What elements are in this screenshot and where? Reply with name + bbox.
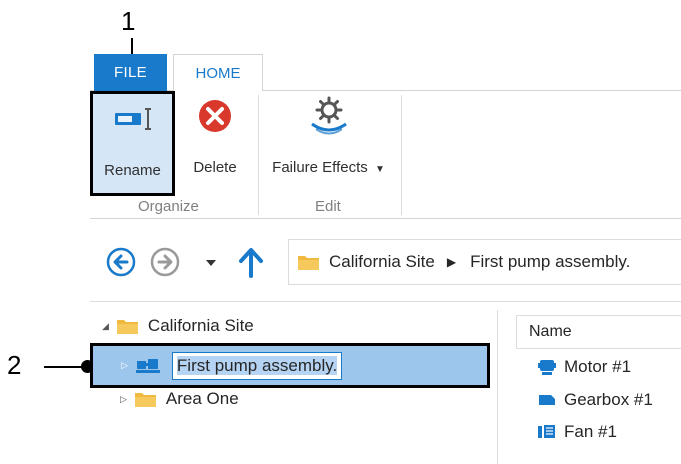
column-header-name[interactable]: Name <box>516 315 681 349</box>
back-arrow-icon[interactable] <box>106 247 136 277</box>
folder-icon <box>116 320 138 334</box>
rename-input[interactable]: First pump assembly. <box>171 351 343 380</box>
breadcrumb-item[interactable]: California Site <box>329 252 435 272</box>
breadcrumb-item[interactable]: First pump assembly. <box>470 252 630 272</box>
callout-line-2 <box>44 366 86 368</box>
failure-effects-label: Failure Effects ▼ <box>272 159 385 176</box>
delete-icon <box>197 91 233 141</box>
chevron-down-icon: ▼ <box>374 164 385 175</box>
list-pane: Name Motor #1 Gearbox #1 Fan #1 <box>516 315 681 464</box>
rename-button[interactable]: Rename <box>90 91 175 196</box>
gear-icon <box>307 91 351 141</box>
folder-icon <box>134 393 156 407</box>
folder-icon <box>298 256 319 270</box>
list-item-label: Fan #1 <box>564 422 617 441</box>
tree-item-label: Area One <box>165 389 239 408</box>
list-item-fan[interactable]: Fan #1 <box>536 422 617 442</box>
tree-item-california-site[interactable]: ◢ California Site <box>102 316 254 336</box>
collapsed-triangle-icon[interactable]: ▷ <box>121 360 128 371</box>
list-item-label: Gearbox #1 <box>564 390 653 409</box>
address-bar[interactable]: California Site ▶ First pump assembly. <box>288 239 681 285</box>
gearbox-icon <box>536 391 558 409</box>
group-separator <box>401 95 402 215</box>
pane-divider[interactable] <box>497 310 498 464</box>
rename-icon <box>111 94 155 144</box>
ribbon-tab-row: FILE HOME <box>90 54 681 92</box>
tab-home[interactable]: HOME <box>173 54 263 92</box>
dropdown-icon[interactable] <box>205 255 217 273</box>
group-separator <box>258 95 259 215</box>
group-label-edit: Edit <box>315 198 341 215</box>
tree-item-first-pump-assembly[interactable]: ▷ First pump assembly. <box>90 343 490 388</box>
up-arrow-icon[interactable] <box>238 246 264 283</box>
list-item-label: Motor #1 <box>564 357 632 376</box>
delete-label: Delete <box>193 159 237 176</box>
ribbon: Rename Delete Failure Effects ▼ Organize… <box>90 91 681 219</box>
expanded-triangle-icon[interactable]: ◢ <box>102 321 109 332</box>
tree-item-area-one[interactable]: ▷ Area One <box>120 389 239 409</box>
failure-effects-button[interactable]: Failure Effects ▼ <box>266 91 391 196</box>
forward-arrow-icon[interactable] <box>150 247 180 277</box>
breadcrumb-separator-icon[interactable]: ▶ <box>447 255 456 269</box>
collapsed-triangle-icon[interactable]: ▷ <box>120 394 127 405</box>
group-label-organize: Organize <box>138 198 199 215</box>
list-item-gearbox[interactable]: Gearbox #1 <box>536 390 653 410</box>
list-item-motor[interactable]: Motor #1 <box>536 357 631 377</box>
callout-number-2: 2 <box>7 350 22 380</box>
pump-assembly-icon <box>135 358 160 373</box>
tab-file[interactable]: FILE <box>94 54 167 91</box>
delete-button[interactable]: Delete <box>185 91 245 196</box>
callout-number-1: 1 <box>121 6 136 36</box>
fan-icon <box>536 423 558 441</box>
tree-pane: ◢ California Site ▷ First pump assembly.… <box>90 303 497 464</box>
tree-item-label: California Site <box>147 316 254 335</box>
motor-icon <box>536 358 558 376</box>
navigation-bar: California Site ▶ First pump assembly. <box>90 220 681 302</box>
rename-label: Rename <box>104 162 161 179</box>
